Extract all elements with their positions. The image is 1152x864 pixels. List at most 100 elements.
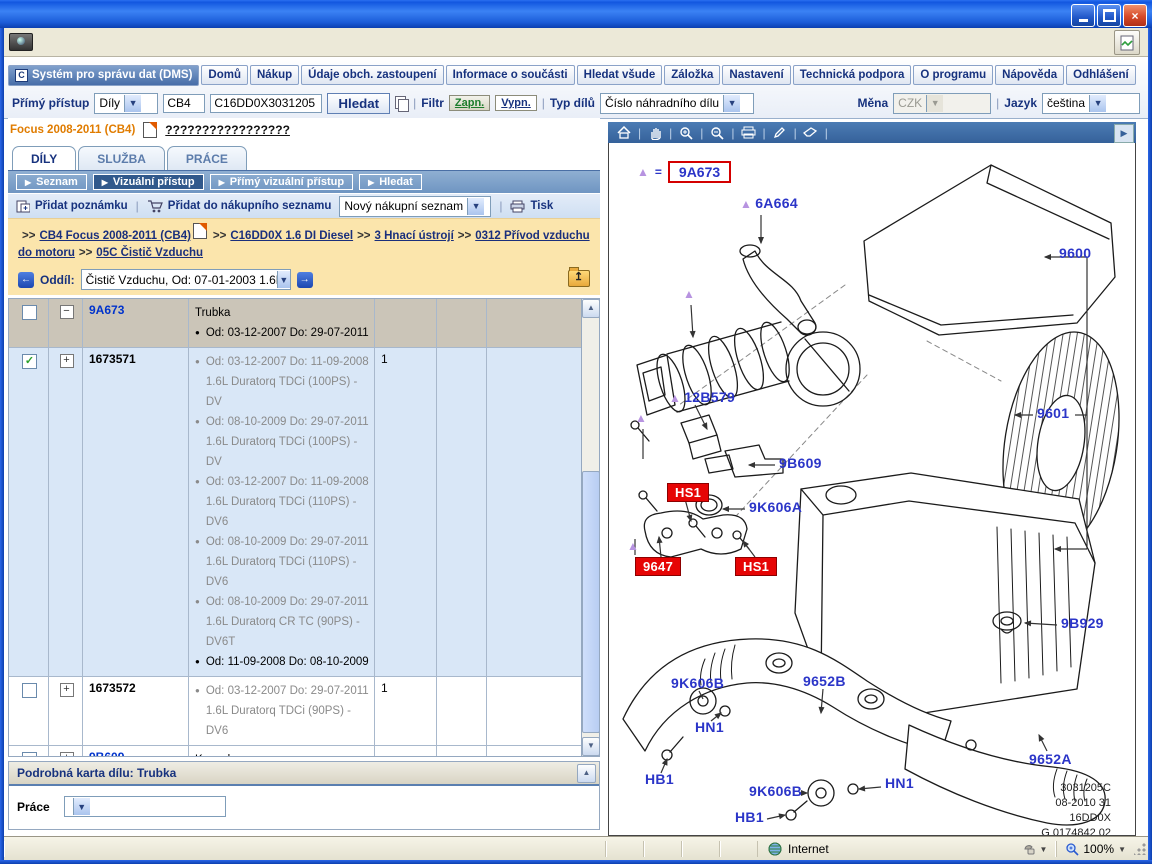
add-to-shopping-list-button[interactable]: Přidat do nákupního seznamu <box>147 200 332 213</box>
nav-n-pov-da[interactable]: Nápověda <box>995 65 1064 85</box>
labor-select[interactable]: ▼ <box>64 796 226 817</box>
doc-icon[interactable] <box>193 223 207 239</box>
diagram-label-9647[interactable]: 9647 <box>635 557 681 576</box>
diagram-label-9b609[interactable]: 9B609 <box>779 455 822 471</box>
panel-expand-arrow[interactable]: ▶ <box>1114 124 1134 143</box>
breadcrumb-link[interactable]: C16DD0X 1.6 DI Diesel <box>230 230 353 242</box>
scroll-up-button[interactable]: ▲ <box>582 299 600 318</box>
nav-odhl-en-[interactable]: Odhlášení <box>1066 65 1136 85</box>
footer-line: 3031205C <box>1041 781 1111 796</box>
nav-dom-[interactable]: Domů <box>201 65 248 85</box>
expand-toggle[interactable]: + <box>60 683 74 697</box>
diagram-label-hn1[interactable]: HN1 <box>695 719 724 735</box>
minimize-button[interactable] <box>1071 4 1095 27</box>
diagram-label-hs1[interactable]: HS1 <box>735 557 777 576</box>
expand-toggle[interactable]: + <box>60 752 74 757</box>
row-checkbox[interactable]: ✓ <box>22 354 37 369</box>
language-select[interactable]: čeština▼ <box>1042 93 1140 114</box>
zoom-out-icon[interactable] <box>707 125 727 141</box>
add-note-button[interactable]: Přidat poznámku <box>16 200 128 213</box>
annotate-pencil-icon[interactable] <box>770 125 790 141</box>
nav-n-kup[interactable]: Nákup <box>250 65 299 85</box>
resize-grip[interactable] <box>1134 843 1146 855</box>
next-section-button[interactable]: → <box>297 272 313 288</box>
breadcrumb-link[interactable]: 3 Hnací ústrojí <box>375 230 454 242</box>
section-select[interactable]: Čistič Vzduchu, Od: 07-01-2003 1.6L Dura… <box>81 269 291 290</box>
zoom-control[interactable]: 100% ▼ <box>1057 842 1134 856</box>
pan-hand-icon[interactable] <box>645 125 665 141</box>
diagram-label-hb1[interactable]: HB1 <box>735 809 764 825</box>
nav--daje-obch-zastoupen-[interactable]: Údaje obch. zastoupení <box>301 65 443 85</box>
diagram-label-9600[interactable]: 9600 <box>1059 245 1091 261</box>
search-button[interactable]: Hledat <box>327 93 390 114</box>
shopping-list-select[interactable]: Nový nákupní seznam▼ <box>339 196 491 217</box>
query-field[interactable] <box>210 94 322 113</box>
nav-nastaven-[interactable]: Nastavení <box>722 65 790 85</box>
eraser-icon[interactable] <box>801 125 821 141</box>
maximize-button[interactable] <box>1097 4 1121 27</box>
nav-o-programu[interactable]: O programu <box>913 65 993 85</box>
diagram-label-9k606a[interactable]: 9K606A <box>749 499 802 515</box>
breadcrumb-link[interactable]: 05C Čistič Vzduchu <box>96 247 203 259</box>
tab-služba[interactable]: SLUŽBA <box>78 146 165 170</box>
diagram-label-9k606b[interactable]: 9K606B <box>749 783 802 799</box>
camera-icon[interactable] <box>9 33 33 51</box>
diagram-label-hs1[interactable]: HS1 <box>667 483 709 502</box>
subnav-seznam[interactable]: ▶Seznam <box>16 174 87 190</box>
part-type-select[interactable]: Číslo náhradního dílu▼ <box>600 93 754 114</box>
diagram-label-9652a[interactable]: 9652A <box>1029 751 1072 767</box>
zoom-in-icon[interactable] <box>676 125 696 141</box>
subnav-hledat[interactable]: ▶Hledat <box>359 174 422 190</box>
nav-home-dms[interactable]: CSystém pro správu dat (DMS) <box>8 65 199 86</box>
expand-toggle[interactable]: + <box>60 354 74 368</box>
row-checkbox[interactable] <box>22 752 37 757</box>
nav-informace-o-sou-sti[interactable]: Informace o součásti <box>446 65 575 85</box>
export-image-button[interactable] <box>1114 30 1140 55</box>
category-select[interactable]: Díly▼ <box>94 93 158 114</box>
expand-toggle[interactable]: − <box>60 305 74 319</box>
nav-technick-podpora[interactable]: Technická podpora <box>793 65 912 85</box>
diagram-label-hn1[interactable]: HN1 <box>885 775 914 791</box>
diagram-label-9b929[interactable]: 9B929 <box>1061 615 1104 631</box>
row-checkbox[interactable] <box>22 305 37 320</box>
close-button[interactable]: × <box>1123 4 1147 27</box>
tab-díly[interactable]: DÍLY <box>12 146 76 170</box>
print-diagram-icon[interactable] <box>739 125 759 141</box>
diagram-label-hb1[interactable]: HB1 <box>645 771 674 787</box>
table-scrollbar[interactable]: ▲ ▼ <box>581 299 599 756</box>
part-number-link[interactable]: 1673572 <box>89 681 136 695</box>
subnav-vizu-ln-p-stup[interactable]: ▶Vizuální přístup <box>93 174 204 190</box>
diagram-label-12b579[interactable]: ▲12B579 <box>669 389 735 405</box>
unknown-link[interactable]: ????????????????? <box>165 123 290 137</box>
home-icon[interactable] <box>614 125 634 141</box>
part-number-link[interactable]: 9A673 <box>89 303 124 317</box>
folder-up-icon[interactable] <box>568 270 590 287</box>
diagram-label-9601[interactable]: 9601 <box>1037 405 1069 421</box>
diagram-label-6a664[interactable]: ▲6A664 <box>740 195 798 211</box>
filter-on-button[interactable]: Zapn. <box>449 95 490 111</box>
vehicle-doc-icon[interactable] <box>143 122 157 138</box>
row-checkbox[interactable] <box>22 683 37 698</box>
part-number-link[interactable]: 9B609 <box>89 750 124 757</box>
part-detail-panel: Podrobná karta dílu: Trubka ▲ Práce ▼ <box>8 761 600 830</box>
nav-z-lo-ka[interactable]: Záložka <box>664 65 720 85</box>
subnav-p-m-vizu-ln-p-stup[interactable]: ▶Přímý vizuální přístup <box>210 174 353 190</box>
breadcrumb-link[interactable]: CB4 Focus 2008-2011 (CB4) <box>39 230 190 242</box>
diagram-label-9652b[interactable]: 9652B <box>803 673 846 689</box>
nav-hledat-v-ude[interactable]: Hledat všude <box>577 65 663 85</box>
filter-off-button[interactable]: Vypn. <box>495 95 537 111</box>
prev-section-button[interactable]: ← <box>18 272 34 288</box>
diagram-canvas[interactable]: ▲ = 9A673 ▲6A6649600▲12B57996019B609HS19… <box>608 143 1136 836</box>
scroll-thumb[interactable] <box>582 471 600 733</box>
tab-práce[interactable]: PRÁCE <box>167 146 247 170</box>
diagram-label-9k606b[interactable]: 9K606B <box>671 675 724 691</box>
collapse-button[interactable]: ▲ <box>577 764 596 783</box>
table-row: +9B609Konzola●Od: 03-12-2007 Do: 29-07-2… <box>9 746 582 757</box>
copy-icon[interactable] <box>395 96 408 111</box>
print-button[interactable]: Tisk <box>510 200 553 213</box>
legend-part-number[interactable]: 9A673 <box>668 161 731 183</box>
protected-mode-control[interactable]: ▼ <box>1012 842 1055 856</box>
prefix-field[interactable] <box>163 94 205 113</box>
scroll-down-button[interactable]: ▼ <box>582 737 600 756</box>
part-number-link[interactable]: 1673571 <box>89 352 136 366</box>
